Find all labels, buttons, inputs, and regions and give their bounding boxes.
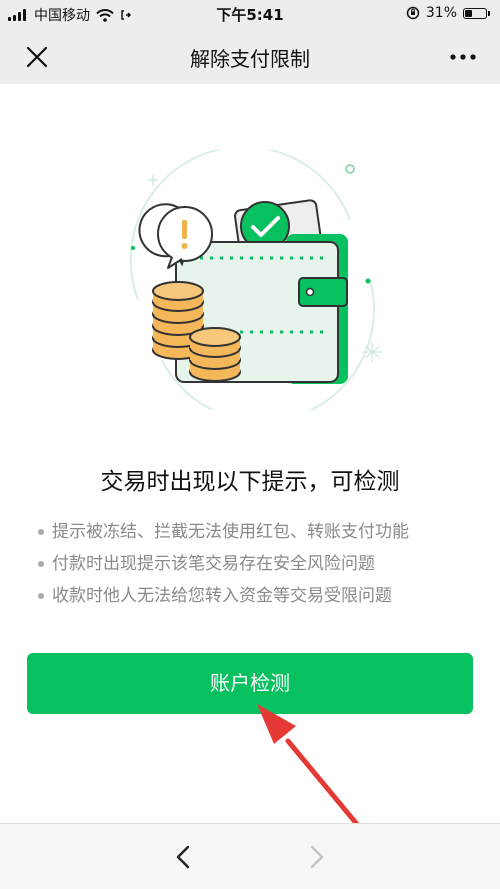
chevron-right-icon[interactable]: [302, 842, 332, 872]
tip-text: 付款时出现提示该笔交易存在安全风险问题: [52, 554, 375, 574]
battery-tip: [488, 10, 490, 16]
bullet-icon: [38, 529, 44, 535]
red-arrow-annotation: [257, 704, 388, 861]
bullet-icon: [38, 593, 44, 599]
chevron-left-icon[interactable]: [168, 842, 198, 872]
list-item: 收款时他人无法给您转入资金等交易受限问题: [38, 580, 478, 612]
tip-text: 提示被冻结、拦截无法使用红包、转账支付功能: [52, 522, 409, 542]
account-check-button[interactable]: 账户检测: [27, 653, 473, 714]
battery-icon: [463, 7, 487, 19]
nav-bar: 解除支付限制: [0, 28, 500, 84]
list-item: 付款时出现提示该笔交易存在安全风险问题: [38, 548, 478, 580]
status-right: 31%: [406, 5, 490, 21]
wallet-illustration: [129, 150, 383, 410]
battery-fill: [465, 9, 472, 17]
orientation-lock-icon: [406, 6, 420, 20]
screen: 中国移动 下午5:41 31% 解除支付限制 交易时出现以下提示，可检测 提示被…: [0, 0, 500, 889]
headline: 交易时出现以下提示，可检测: [100, 469, 400, 495]
list-item: 提示被冻结、拦截无法使用红包、转账支付功能: [38, 516, 478, 548]
battery-percent: 31%: [425, 5, 457, 21]
page-title: 解除支付限制: [190, 47, 310, 71]
tips-list: 提示被冻结、拦截无法使用红包、转账支付功能 付款时出现提示该笔交易存在安全风险问…: [38, 516, 478, 612]
bullet-icon: [38, 561, 44, 567]
more-icon[interactable]: [446, 42, 480, 72]
tip-text: 收款时他人无法给您转入资金等交易受限问题: [52, 586, 392, 606]
bottom-nav-bar: [0, 823, 500, 889]
status-bar: 中国移动 下午5:41 31%: [0, 0, 500, 28]
